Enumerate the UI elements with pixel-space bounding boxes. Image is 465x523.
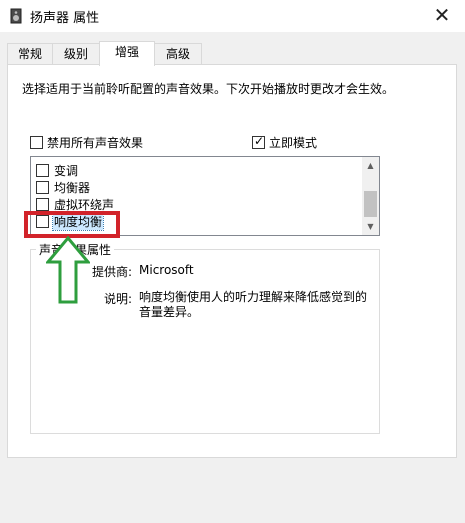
list-item[interactable]: 变调 [36,162,79,179]
list-item[interactable]: 均衡器 [36,179,91,196]
group-title: 声音效果属性 [36,241,115,258]
disable-all-effects-label: 禁用所有声音效果 [47,135,144,150]
list-item-selected[interactable]: 响度均衡 [36,212,105,231]
effect-checkbox[interactable] [36,215,49,228]
close-button[interactable]: ✕ [419,0,465,32]
scroll-thumb[interactable] [364,191,377,217]
effect-label: 变调 [54,164,79,178]
immediate-mode-checkbox[interactable]: ✓ 立即模式 [252,134,317,150]
effect-checkbox[interactable] [36,164,49,177]
scroll-up-icon[interactable]: ▲ [362,157,379,174]
tab-levels[interactable]: 级别 [52,43,100,65]
window-title: 扬声器 属性 [30,11,100,26]
effect-checkbox[interactable] [36,181,49,194]
description-label: 说明: [103,292,132,306]
effect-label: 均衡器 [54,181,91,195]
provider-value: Microsoft [139,263,194,277]
enhancements-description: 选择适用于当前聆听配置的声音效果。下次开始播放时更改才会生效。 [22,82,395,96]
immediate-mode-box[interactable]: ✓ [252,133,265,149]
list-item[interactable]: 虚拟环绕声 [36,196,115,213]
effect-label: 响度均衡 [51,212,105,231]
disable-all-effects-box[interactable] [30,135,43,149]
effects-list[interactable]: 变调 均衡器 虚拟环绕声 响度均衡 ▲ ▼ [30,156,380,236]
effect-label: 虚拟环绕声 [54,198,115,212]
tab-advanced[interactable]: 高级 [154,43,202,65]
list-scrollbar[interactable]: ▲ ▼ [362,157,379,235]
tab-enhancements[interactable]: 增强 [99,41,155,66]
scroll-down-icon[interactable]: ▼ [362,218,379,235]
speaker-icon [10,8,22,24]
checkmark-icon: ✓ [254,133,265,148]
effect-checkbox[interactable] [36,198,49,211]
tab-general[interactable]: 常规 [7,43,53,65]
title-bar: 扬声器 属性 ✕ [0,0,465,32]
description-value: 响度均衡使用人的听力理解来降低感觉到的音量差异。 [139,290,368,319]
immediate-mode-label: 立即模式 [269,135,318,150]
disable-all-effects-checkbox[interactable]: 禁用所有声音效果 [30,134,143,150]
provider-label: 提供商: [91,265,132,279]
